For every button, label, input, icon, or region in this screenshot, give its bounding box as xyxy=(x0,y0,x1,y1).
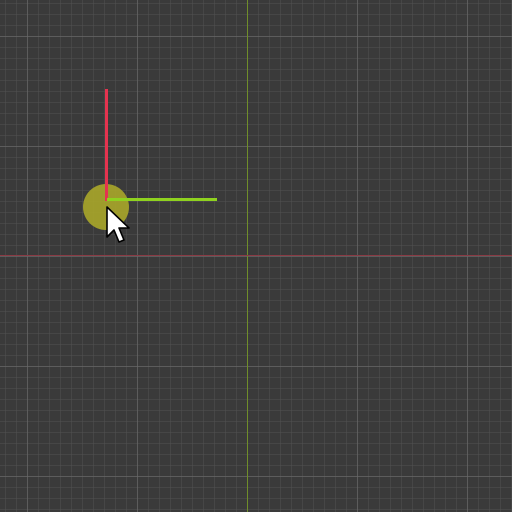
transform-gizmo xyxy=(0,0,512,512)
mouse-pointer-icon xyxy=(106,206,130,243)
editor-viewport[interactable] xyxy=(0,0,512,512)
move-y-arrow-icon[interactable] xyxy=(105,89,108,201)
move-x-arrow-icon[interactable] xyxy=(107,198,217,201)
